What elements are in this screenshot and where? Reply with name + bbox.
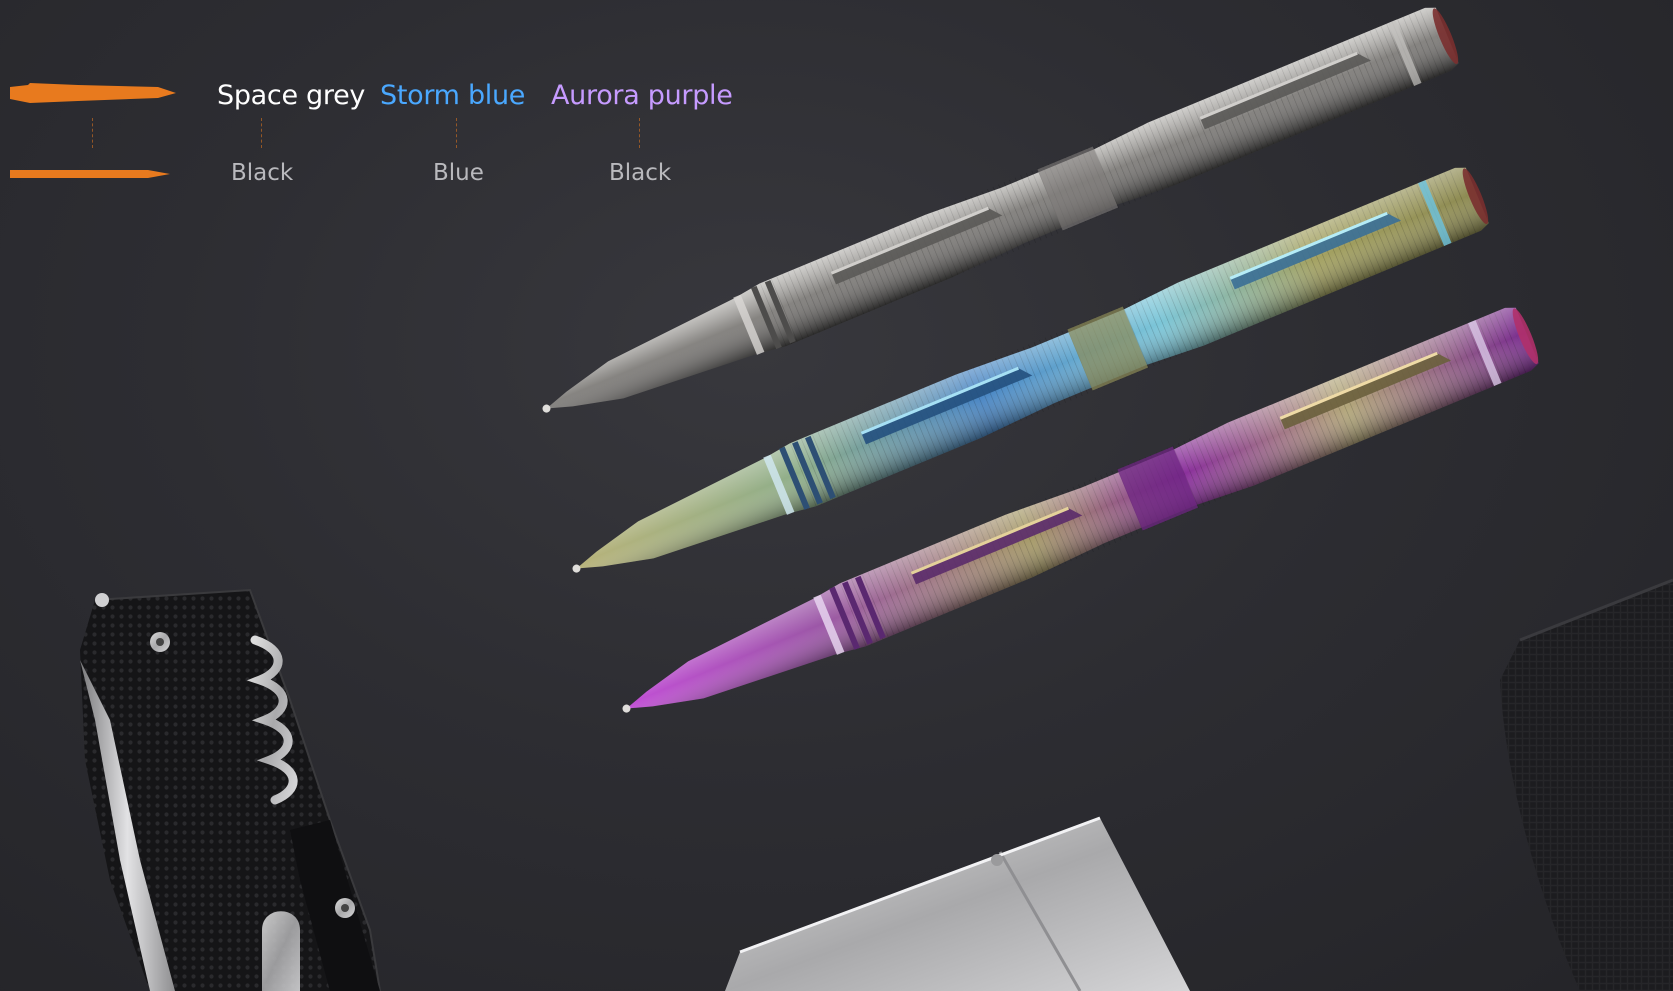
pen-silhouette-icon <box>10 83 176 103</box>
lighter <box>725 816 1190 991</box>
variant-color-name: Aurora purple <box>551 80 733 111</box>
guide-line <box>639 118 640 148</box>
variant-ink-color: Blue <box>433 160 484 186</box>
variant-color-name: Storm blue <box>380 80 526 111</box>
product-photo: Space grey Storm blue Aurora purple Blac… <box>0 0 1673 991</box>
nylon-pouch <box>1500 578 1673 991</box>
multitool-knife <box>80 588 381 991</box>
variant-color-name: Space grey <box>217 80 366 111</box>
pen-refill-silhouette-icon <box>10 170 170 178</box>
color-variant-legend: Space grey Storm blue Aurora purple Blac… <box>0 0 760 200</box>
variant-ink-color: Black <box>231 160 294 186</box>
guide-line <box>92 118 93 148</box>
variant-ink-color: Black <box>609 160 672 186</box>
guide-line <box>456 118 457 148</box>
guide-line <box>261 118 262 148</box>
